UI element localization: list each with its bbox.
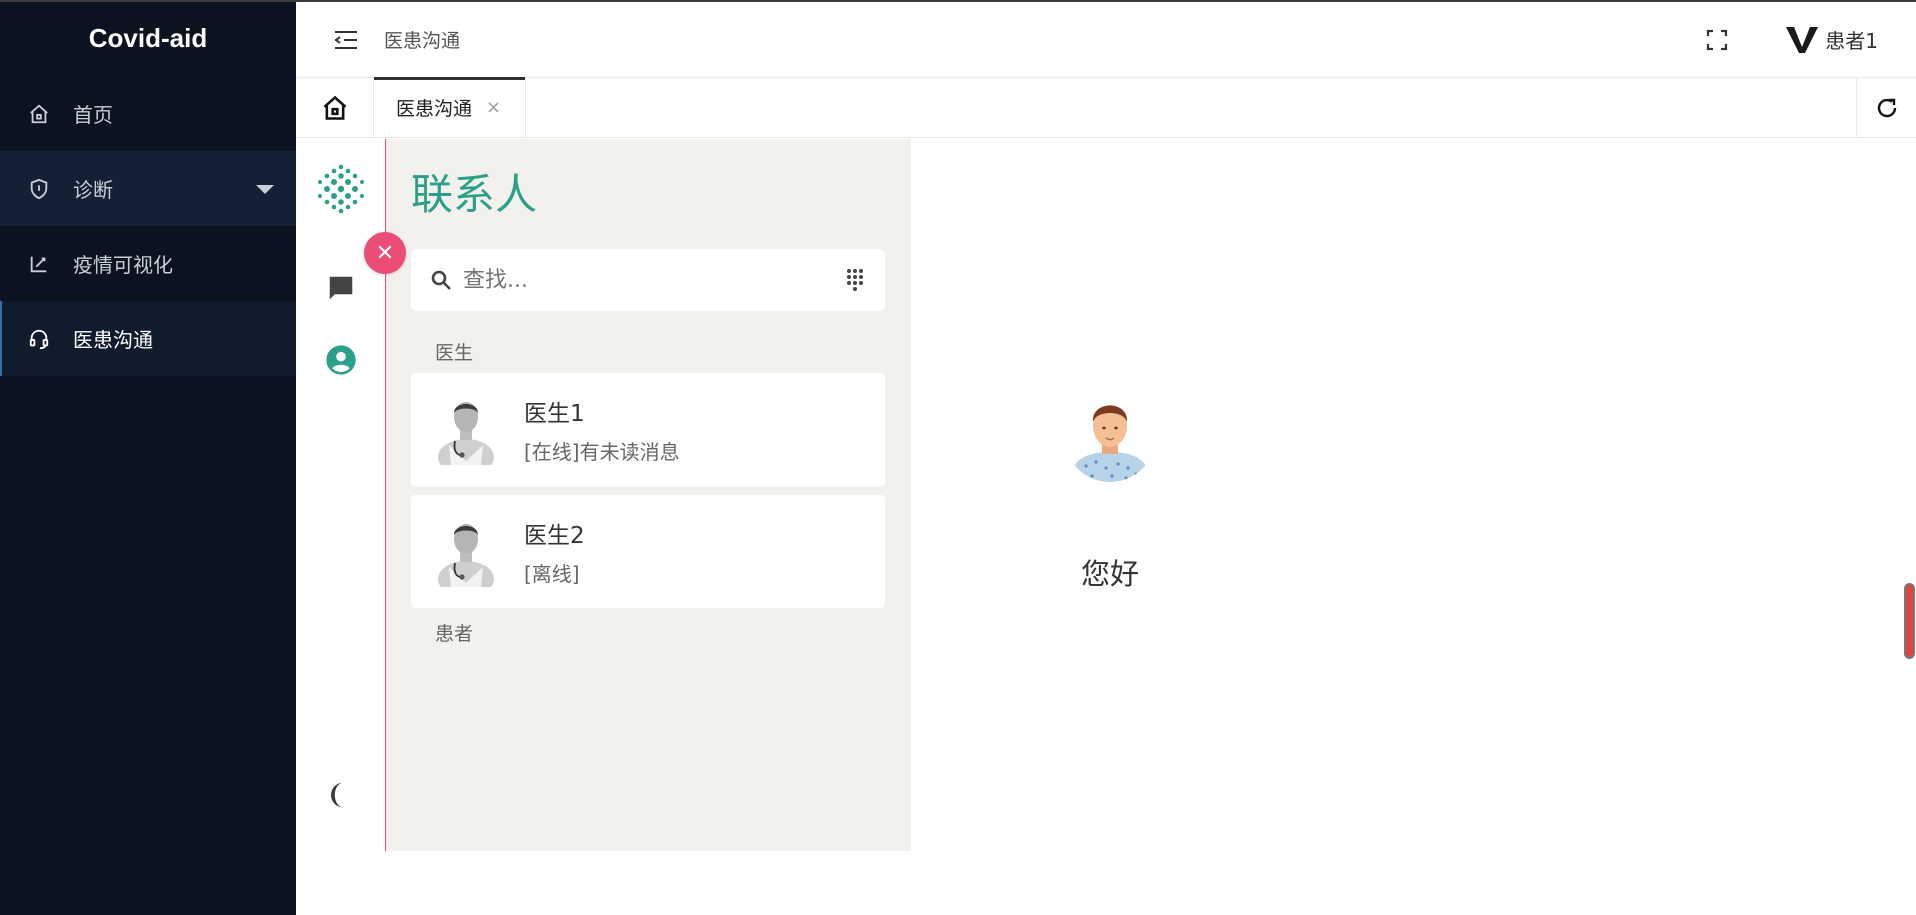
sidebar-item-label: 疫情可视化	[73, 253, 173, 277]
dialpad-icon[interactable]	[843, 268, 867, 292]
sidebar-item-label: 医患沟通	[73, 328, 153, 352]
tab-close-icon[interactable]: ×	[486, 97, 501, 118]
search-input[interactable]	[463, 267, 843, 293]
patient-avatar	[1064, 390, 1156, 482]
menu-collapse-icon[interactable]	[331, 25, 361, 55]
chart-edit-icon	[27, 252, 51, 276]
breadcrumb: 医患沟通	[384, 30, 461, 52]
sidebar-item-communication[interactable]: 医患沟通	[0, 301, 296, 376]
app-brand: Covid-aid	[88, 22, 208, 53]
fullscreen-icon[interactable]	[1702, 25, 1732, 55]
sidebar-item-label: 诊断	[73, 178, 113, 202]
contact-item-doctor-2[interactable]: 医生2 [离线]	[411, 495, 885, 608]
tab-home-icon[interactable]	[296, 78, 374, 137]
messages-icon[interactable]	[323, 270, 359, 306]
contacts-icon[interactable]	[323, 342, 359, 378]
sidebar-item-visualization[interactable]: 疫情可视化	[0, 226, 296, 301]
scrollbar-thumb[interactable]	[1904, 583, 1915, 659]
group-label-patients: 患者	[435, 623, 474, 645]
contact-status: [离线]	[524, 562, 580, 586]
sidebar-item-label: 首页	[73, 103, 113, 127]
user-menu[interactable]: 患者1	[1785, 25, 1878, 55]
contact-info: 医生2 [离线]	[524, 516, 585, 587]
close-panel-button[interactable]: ✕	[364, 232, 406, 274]
contact-name: 医生1	[524, 401, 585, 427]
home-icon	[27, 102, 51, 126]
sidebar-item-home[interactable]: 首页	[0, 76, 296, 151]
search-icon	[431, 270, 451, 290]
sidebar: Covid-aid 首页 诊断 疫情可视化 医患沟通	[0, 0, 296, 915]
conversation-area: 您好	[911, 139, 1916, 851]
contact-name: 医生2	[524, 523, 585, 549]
tab-bar: 医患沟通 ×	[296, 77, 1916, 138]
contact-item-doctor-1[interactable]: 医生1 [在线]有未读消息	[411, 373, 885, 486]
tab-communication[interactable]: 医患沟通 ×	[374, 77, 526, 137]
top-header: 医患沟通 患者1	[296, 2, 1916, 78]
contact-info: 医生1 [在线]有未读消息	[524, 394, 680, 465]
caret-down-icon	[256, 185, 274, 194]
group-label-doctors: 医生	[435, 342, 474, 364]
search-box	[411, 249, 885, 311]
window-top-border	[0, 0, 1916, 2]
contact-status: [在线]有未读消息	[524, 440, 680, 464]
chat-app-logo-icon	[318, 164, 364, 214]
greeting-text: 您好	[1081, 557, 1140, 591]
dark-mode-toggle-icon[interactable]	[323, 777, 359, 813]
brand-logo-icon	[1786, 26, 1819, 53]
shield-icon	[27, 177, 51, 201]
contacts-panel: 联系人 医生 医生1 [在线]有未读消息	[386, 139, 911, 851]
doctor-avatar	[438, 401, 494, 465]
tab-label: 医患沟通	[396, 98, 473, 120]
contacts-title: 联系人	[411, 170, 538, 219]
user-name: 患者1	[1825, 29, 1878, 53]
headset-icon	[27, 327, 51, 351]
header-actions: 患者1	[1702, 25, 1916, 55]
sidebar-item-diagnosis[interactable]: 诊断	[0, 151, 296, 226]
refresh-icon[interactable]	[1856, 78, 1916, 137]
doctor-avatar	[438, 523, 494, 587]
